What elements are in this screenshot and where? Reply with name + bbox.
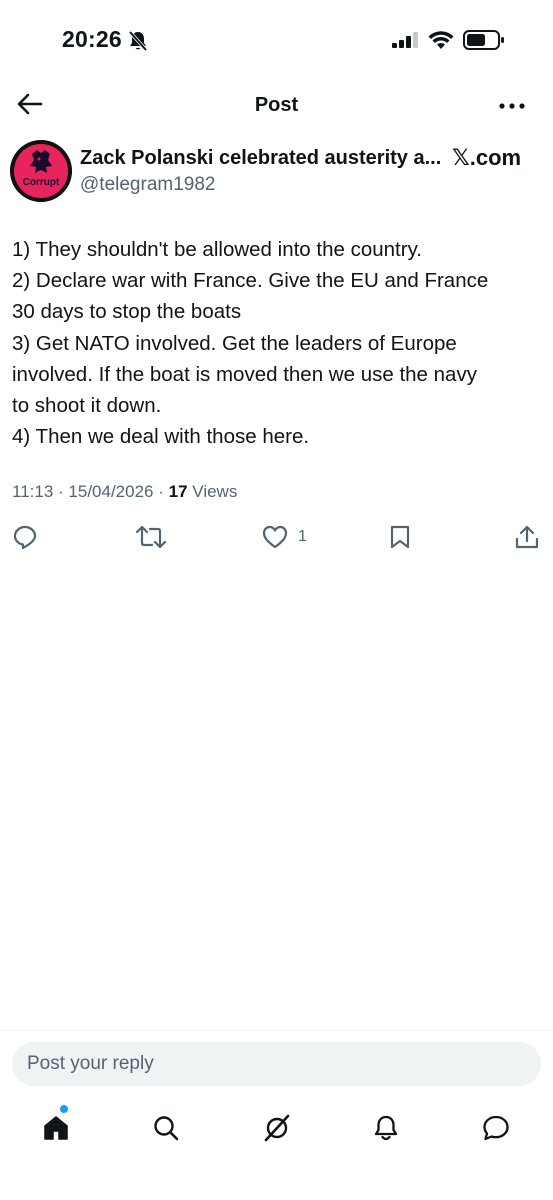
message-icon <box>483 1115 509 1141</box>
top-bar: Post <box>0 82 553 130</box>
post-meta: 11:13 · 15/04/2026 · 17 Views <box>12 482 237 502</box>
post-date: 15/04/2026 <box>68 482 154 501</box>
avatar-text: Corrupt <box>23 177 60 188</box>
bottom-nav <box>0 1100 553 1160</box>
bell-slash-icon <box>128 30 148 57</box>
status-time: 20:26 <box>62 26 122 52</box>
home-notification-dot <box>60 1105 68 1113</box>
status-bar: 20:26 <box>0 0 553 80</box>
post-line: 4) Then we deal with those here. <box>12 425 310 449</box>
nav-grok[interactable] <box>257 1108 297 1148</box>
like-count: 1 <box>298 528 307 545</box>
post-actions: 1 <box>0 520 553 554</box>
divider <box>0 1030 553 1031</box>
repost-icon <box>136 525 166 549</box>
bookmark-icon <box>390 525 410 549</box>
post-line: 30 days to stop the boats <box>12 300 242 324</box>
more-options-button[interactable] <box>498 96 528 116</box>
post-text: 1) They shouldn't be allowed into the co… <box>12 234 542 452</box>
battery-icon <box>463 30 505 55</box>
heart-icon <box>262 525 288 549</box>
ellipsis-icon <box>499 103 525 109</box>
page-title: Post <box>254 94 299 116</box>
like-button[interactable]: 1 <box>262 520 307 554</box>
nav-search[interactable] <box>146 1108 186 1148</box>
reply-input[interactable]: Post your reply <box>12 1042 541 1086</box>
share-icon <box>515 525 539 549</box>
x-com-badge: 𝕏.com <box>452 145 522 170</box>
meta-separator: · <box>158 482 169 501</box>
reply-icon <box>13 525 37 550</box>
views-label: Views <box>192 482 238 501</box>
nav-messages[interactable] <box>476 1108 516 1148</box>
wifi-icon <box>428 30 454 55</box>
nav-home[interactable] <box>36 1108 76 1148</box>
post-line: 2) Declare war with France. Give the EU … <box>12 269 489 293</box>
post-line: to shoot it down. <box>12 394 162 418</box>
home-icon <box>44 1116 68 1140</box>
avatar[interactable]: Corrupt <box>10 140 72 202</box>
post-line: 3) Get NATO involved. Get the leaders of… <box>12 331 457 355</box>
repost-button[interactable] <box>136 520 166 554</box>
share-button[interactable] <box>514 520 540 554</box>
bookmark-button[interactable] <box>389 520 411 554</box>
reply-button[interactable] <box>12 520 38 554</box>
reply-placeholder: Post your reply <box>27 1053 154 1074</box>
post-line: involved. If the boat is moved then we u… <box>12 362 477 386</box>
search-icon <box>154 1116 179 1141</box>
nav-notifications[interactable] <box>366 1108 406 1148</box>
grok-icon <box>264 1114 290 1142</box>
cellular-signal-icon <box>392 32 420 53</box>
views-count: 17 <box>168 482 188 501</box>
post-time: 11:13 <box>12 482 54 501</box>
post-line: 1) They shouldn't be allowed into the co… <box>12 238 422 261</box>
meta-separator: · <box>58 482 69 501</box>
author-name[interactable]: Zack Polanski celebrated austerity a... <box>80 147 442 170</box>
author-handle[interactable]: @telegram1982 <box>80 174 215 196</box>
bell-icon <box>374 1115 398 1141</box>
